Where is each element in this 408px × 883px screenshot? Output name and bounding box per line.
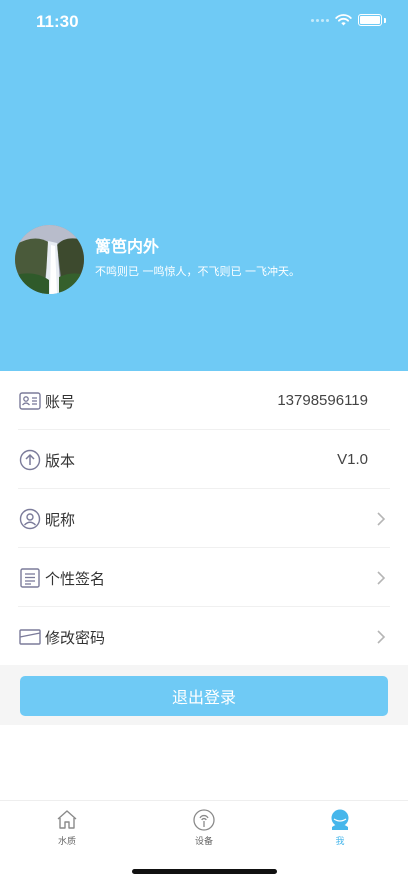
account-row[interactable]: 账号 13798596119 — [0, 371, 408, 430]
arrow-up-circle-icon — [19, 449, 41, 471]
home-indicator — [132, 869, 277, 874]
logout-area: 退出登录 — [0, 665, 408, 725]
envelope-icon — [19, 629, 41, 645]
profile-bio: 不鸣则已 一鸣惊人，不飞则已 一飞冲天。 — [95, 265, 300, 278]
status-bar: 11:30 — [0, 0, 408, 44]
battery-icon — [358, 14, 382, 26]
change-password-row[interactable]: 修改密码 — [0, 607, 408, 666]
chevron-right-icon — [377, 571, 386, 585]
change-password-label: 修改密码 — [45, 629, 106, 647]
signature-row[interactable]: 个性签名 — [0, 548, 408, 607]
document-icon — [20, 568, 40, 588]
wifi-icon — [335, 14, 352, 26]
tab-label: 我 — [335, 837, 345, 847]
nickname-label: 昵称 — [45, 511, 76, 529]
signal-icon — [311, 18, 329, 22]
house-icon — [57, 810, 77, 829]
account-value: 13798596119 — [277, 392, 368, 409]
version-value: V1.0 — [337, 451, 368, 468]
tab-water-quality[interactable]: 水质 — [27, 808, 107, 847]
tab-devices[interactable]: 设备 — [164, 808, 244, 847]
version-row[interactable]: 版本 V1.0 — [0, 430, 408, 489]
profile-icon — [331, 809, 349, 830]
profile-header: 11:30 篱笆内外 不鸣则已 一鸣惊人，不飞则已 一飞冲天。 — [0, 0, 408, 371]
signature-label: 个性签名 — [45, 570, 106, 588]
version-label: 版本 — [45, 452, 76, 470]
tab-me[interactable]: 我 — [300, 808, 380, 847]
avatar-waterfall-image — [15, 225, 84, 294]
tab-label: 水质 — [57, 837, 76, 847]
tab-label: 设备 — [194, 837, 213, 847]
settings-list: 账号 13798596119 版本 V1.0 昵称 个性签名 修改密码 — [0, 371, 408, 666]
profile-name: 篱笆内外 — [95, 237, 160, 256]
chevron-right-icon — [377, 630, 386, 644]
id-card-icon — [19, 392, 41, 410]
user-circle-icon — [19, 508, 41, 530]
logout-button[interactable]: 退出登录 — [20, 676, 388, 716]
status-icons — [311, 14, 386, 26]
nickname-row[interactable]: 昵称 — [0, 489, 408, 548]
account-label: 账号 — [45, 393, 76, 411]
chevron-right-icon — [377, 512, 386, 526]
status-time: 11:30 — [36, 12, 79, 31]
device-icon — [193, 809, 215, 831]
avatar[interactable] — [15, 225, 84, 294]
